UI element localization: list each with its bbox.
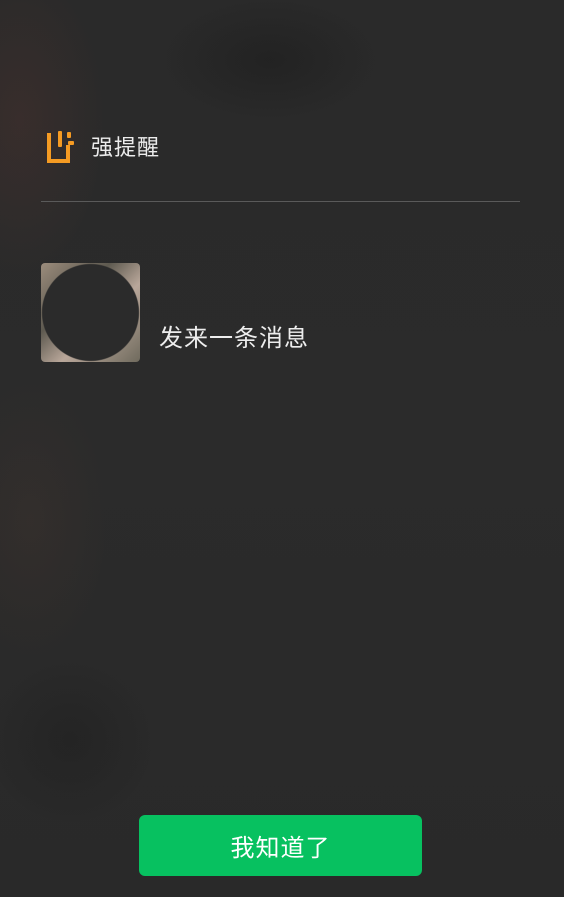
reminder-header: 强提醒 <box>44 126 160 166</box>
message-text: 发来一条消息 <box>159 324 309 352</box>
divider <box>41 201 520 202</box>
got-it-button[interactable]: 我知道了 <box>139 815 422 876</box>
strong-reminder-icon <box>47 131 74 163</box>
page-title: 强提醒 <box>91 136 161 161</box>
message-item: 发来一条消息 <box>41 263 309 362</box>
avatar <box>41 263 140 362</box>
